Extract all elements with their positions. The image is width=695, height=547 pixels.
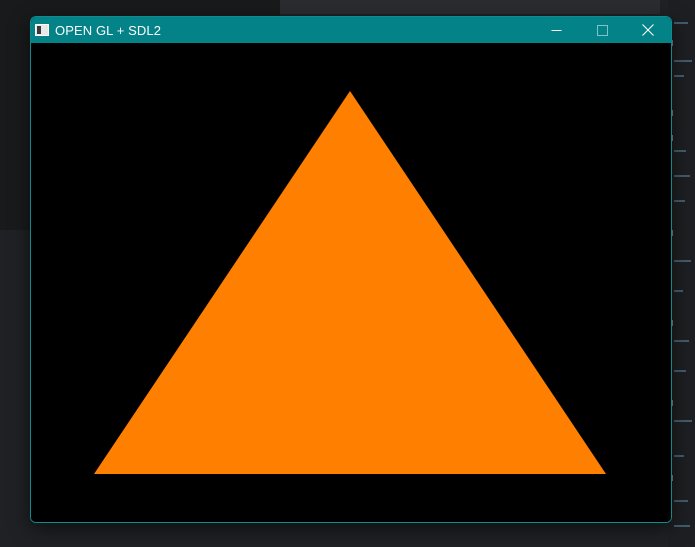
render-canvas[interactable] — [31, 43, 671, 522]
window-titlebar[interactable]: OPEN GL + SDL2 — [31, 17, 671, 43]
background-code-editor — [668, 0, 695, 547]
code-line — [674, 22, 688, 24]
window-controls — [533, 17, 671, 43]
code-line — [674, 290, 683, 292]
close-button[interactable] — [625, 17, 671, 43]
code-line — [674, 455, 684, 457]
minimize-icon — [551, 29, 561, 31]
app-window-icon[interactable] — [35, 24, 49, 36]
code-line — [674, 420, 692, 422]
background-editor-tabs — [280, 0, 660, 14]
code-line — [674, 370, 686, 372]
maximize-button[interactable] — [579, 17, 625, 43]
code-line — [674, 340, 689, 342]
code-line — [674, 260, 691, 262]
gl-viewport — [31, 43, 671, 522]
code-line — [674, 175, 690, 177]
sdl-window: OPEN GL + SDL2 — [30, 16, 672, 523]
close-icon — [642, 24, 654, 36]
minimize-button[interactable] — [533, 17, 579, 43]
maximize-icon — [596, 24, 608, 36]
code-line — [674, 150, 686, 152]
code-line — [674, 200, 685, 202]
code-line — [674, 60, 692, 62]
code-line — [674, 500, 688, 502]
code-line — [674, 525, 690, 527]
window-title: OPEN GL + SDL2 — [55, 22, 162, 38]
code-line — [674, 75, 684, 77]
